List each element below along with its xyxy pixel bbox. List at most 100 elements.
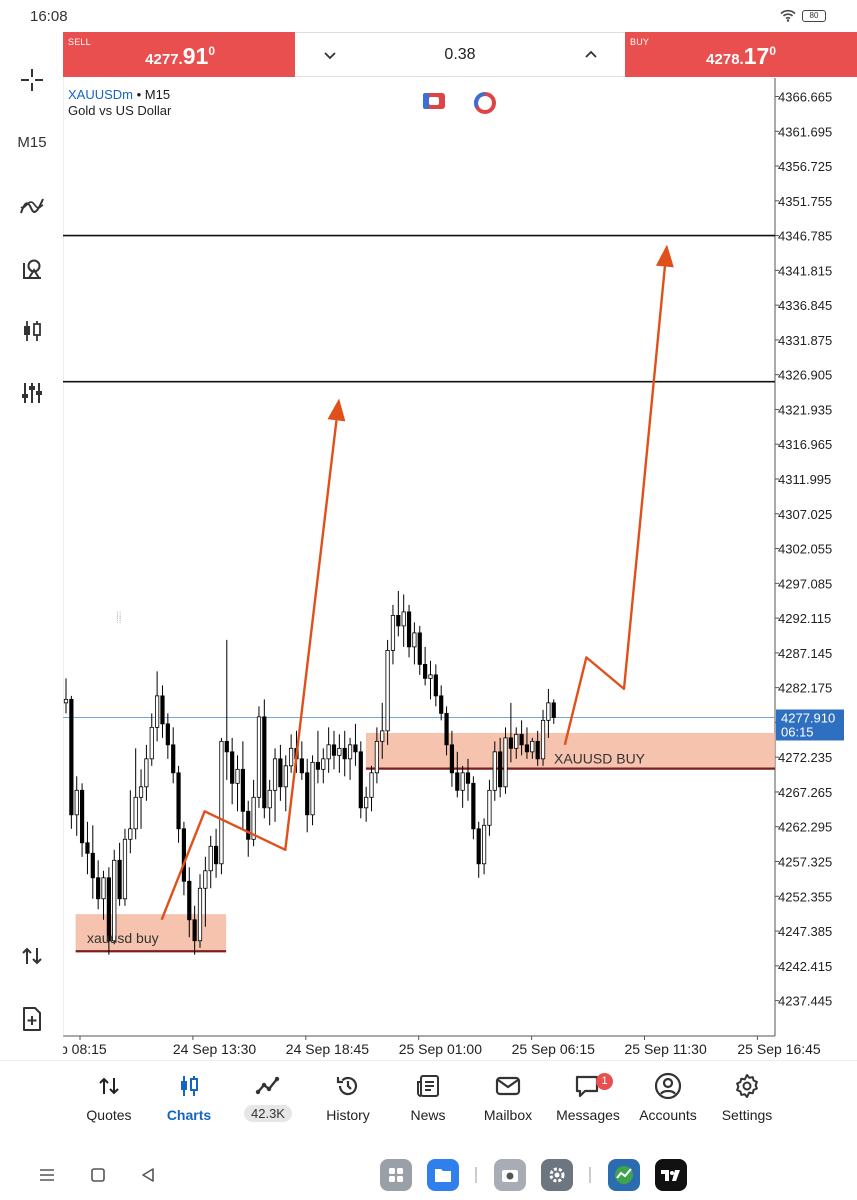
candle-body	[455, 772, 460, 791]
chart-type-icon[interactable]	[16, 315, 48, 347]
signal-indicator-icon[interactable]	[473, 91, 497, 120]
sell-label: SELL	[68, 37, 91, 47]
nav-quotes[interactable]: Quotes	[64, 1071, 154, 1131]
candle-body	[508, 737, 513, 749]
symbol-header[interactable]: XAUUSDm • M15	[68, 87, 170, 102]
arrow-head	[327, 398, 346, 422]
buy-button[interactable]: BUY 4278.170	[625, 32, 857, 77]
equity-pill: 42.3K	[244, 1105, 292, 1122]
candle-body	[337, 747, 342, 756]
wifi-icon	[780, 9, 796, 27]
one-click-trading-icon[interactable]	[422, 92, 446, 115]
buy-label: BUY	[630, 37, 650, 47]
candle-body	[230, 751, 235, 784]
candle-body	[342, 747, 347, 760]
candle-body	[358, 751, 363, 809]
recents-menu-icon[interactable]	[32, 1160, 62, 1190]
candle-body	[321, 758, 326, 770]
price-axis-label: 4252.355	[778, 889, 832, 904]
metatrader-app-icon[interactable]	[608, 1159, 640, 1191]
increase-lot-chevron-icon[interactable]	[581, 45, 601, 65]
sell-button[interactable]: SELL 4277.910	[63, 32, 295, 77]
nav-settings[interactable]: Settings	[702, 1071, 792, 1131]
price-axis-label: 4262.295	[778, 820, 832, 835]
candle-body	[128, 828, 133, 840]
price-axis-label: 4366.665	[778, 90, 832, 105]
price-axis-label: 4297.085	[778, 576, 832, 591]
objects-icon[interactable]	[16, 253, 48, 285]
candle-body	[149, 726, 154, 760]
candle-body	[498, 751, 503, 788]
settings-sliders-icon[interactable]	[16, 377, 48, 409]
time-axis-label: 25 Sep 06:15	[512, 1041, 596, 1057]
history-icon	[303, 1071, 393, 1101]
indicators-icon[interactable]	[16, 190, 48, 222]
trade-panel: SELL 4277.910 0.38 BUY 4278.170	[63, 32, 857, 77]
nav-trade[interactable]: 42.3K	[223, 1071, 313, 1131]
candle-body	[530, 740, 535, 753]
price-axis-label: 4272.235	[778, 750, 832, 765]
candle-body	[181, 828, 187, 882]
files-app-icon[interactable]	[427, 1159, 459, 1191]
candle-body	[219, 740, 224, 865]
new-order-icon[interactable]	[16, 1003, 48, 1035]
candle-body	[364, 796, 369, 809]
trade-arrows-icon[interactable]	[16, 940, 48, 972]
symbol-separator: •	[133, 87, 145, 102]
nav-news[interactable]: News	[383, 1071, 473, 1131]
symbol-description: Gold vs US Dollar	[68, 103, 172, 118]
price-axis-label: 4267.265	[778, 785, 832, 800]
candle-body	[487, 789, 492, 826]
candle-body	[465, 772, 471, 784]
candle-body	[305, 772, 310, 816]
tradingview-app-icon[interactable]	[655, 1159, 687, 1191]
candle-body	[85, 842, 90, 854]
nav-messages[interactable]: 1 Messages	[543, 1071, 633, 1131]
status-time: 16:08	[30, 8, 68, 25]
candle-body	[380, 730, 385, 742]
drag-handle-icon[interactable]: ⁞⁞ ⁞⁞	[116, 612, 122, 626]
arrow-path	[160, 420, 338, 921]
candle-body	[256, 716, 262, 798]
price-axis-label: 4316.965	[778, 437, 832, 452]
back-triangle-icon[interactable]	[133, 1160, 163, 1190]
candle-body	[101, 877, 106, 900]
bar-countdown-label: 06:15	[781, 724, 814, 739]
nav-mailbox[interactable]: Mailbox	[463, 1071, 553, 1131]
zone-label-1: xauusd buy	[87, 930, 159, 946]
candle-body	[390, 615, 396, 651]
settings-app-icon[interactable]	[541, 1159, 573, 1191]
candle-body	[262, 716, 267, 809]
candle-body	[428, 674, 433, 679]
time-axis-label: p 08:15	[63, 1041, 107, 1057]
price-axis-label: 4331.875	[778, 333, 832, 348]
candle-body	[551, 702, 556, 718]
timeframe-button[interactable]: M15	[16, 126, 48, 158]
price-axis-label: 4242.415	[778, 959, 832, 974]
candle-body	[374, 740, 379, 774]
candle-body	[546, 702, 551, 721]
time-axis-label: 25 Sep 01:00	[399, 1041, 483, 1057]
candle-body	[278, 758, 283, 788]
nav-charts[interactable]: Charts	[144, 1071, 234, 1131]
candle-body	[235, 768, 240, 784]
price-axis-label: 4336.845	[778, 298, 832, 313]
crosshair-icon[interactable]	[16, 64, 48, 96]
candle-body	[63, 698, 69, 704]
candle-body	[423, 663, 428, 679]
app-drawer-icon[interactable]	[380, 1159, 412, 1191]
candle-body	[240, 768, 245, 812]
nav-accounts[interactable]: Accounts	[623, 1071, 713, 1131]
price-axis-label: 4292.115	[778, 611, 831, 626]
chart-area[interactable]: XAUUSDm • M15 Gold vs US Dollar ⁞⁞ ⁞⁞ xau…	[60, 78, 857, 1060]
camera-app-icon[interactable]	[494, 1159, 526, 1191]
messages-icon	[543, 1071, 633, 1101]
decrease-lot-chevron-icon[interactable]	[320, 45, 340, 65]
lot-size-value[interactable]: 0.38	[405, 46, 515, 64]
candle-body	[160, 695, 165, 725]
time-axis-label: 25 Sep 11:30	[625, 1041, 707, 1057]
candle-body	[144, 758, 149, 788]
nav-history[interactable]: History	[303, 1071, 393, 1131]
candle-body	[246, 810, 251, 840]
home-square-icon[interactable]	[83, 1160, 113, 1190]
